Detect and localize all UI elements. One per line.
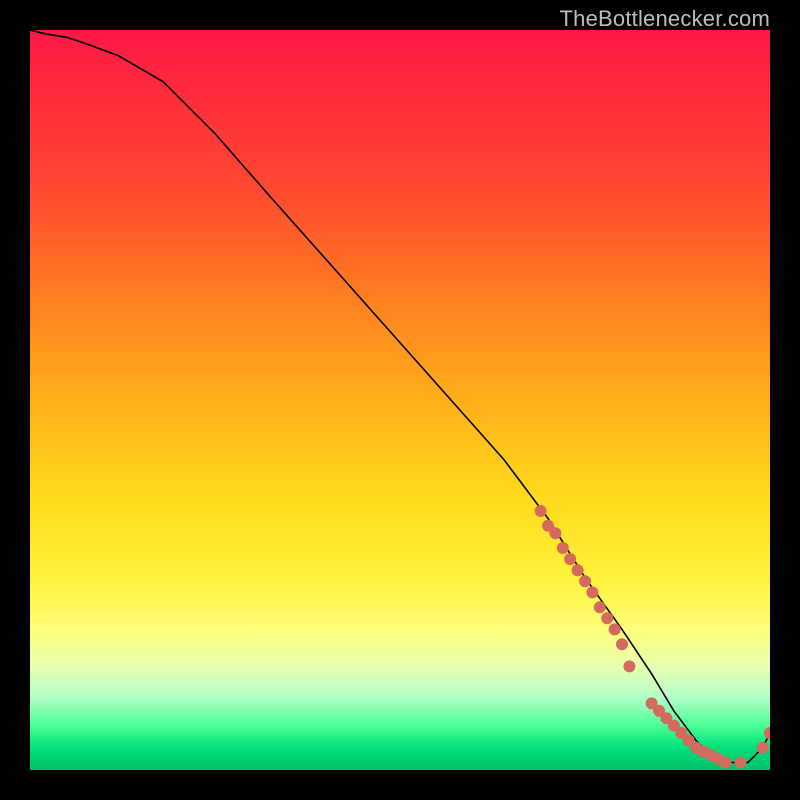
chart-stage: TheBottlenecker.com (0, 0, 800, 800)
data-point (623, 660, 635, 672)
data-point (646, 697, 658, 709)
data-point (764, 727, 770, 739)
data-point (660, 712, 672, 724)
data-point (712, 753, 724, 765)
data-point (683, 734, 695, 746)
data-point (690, 742, 702, 754)
data-point (586, 586, 598, 598)
data-point (564, 553, 576, 565)
attribution-text: TheBottlenecker.com (560, 6, 770, 32)
chart-overlay (30, 30, 770, 770)
data-point (542, 520, 554, 532)
data-point (579, 575, 591, 587)
data-point (653, 705, 665, 717)
data-point (734, 757, 746, 769)
data-point (557, 542, 569, 554)
data-point (757, 742, 769, 754)
data-point (705, 749, 717, 761)
data-point (668, 720, 680, 732)
data-point (535, 505, 547, 517)
data-point (609, 623, 621, 635)
data-point (720, 757, 732, 769)
bottleneck-curve (30, 30, 770, 763)
data-point (549, 527, 561, 539)
data-point (601, 612, 613, 624)
data-point (675, 727, 687, 739)
marker-group (535, 505, 770, 769)
plot-area (30, 30, 770, 770)
data-point (594, 601, 606, 613)
data-point (697, 746, 709, 758)
data-point (616, 638, 628, 650)
data-point (572, 564, 584, 576)
